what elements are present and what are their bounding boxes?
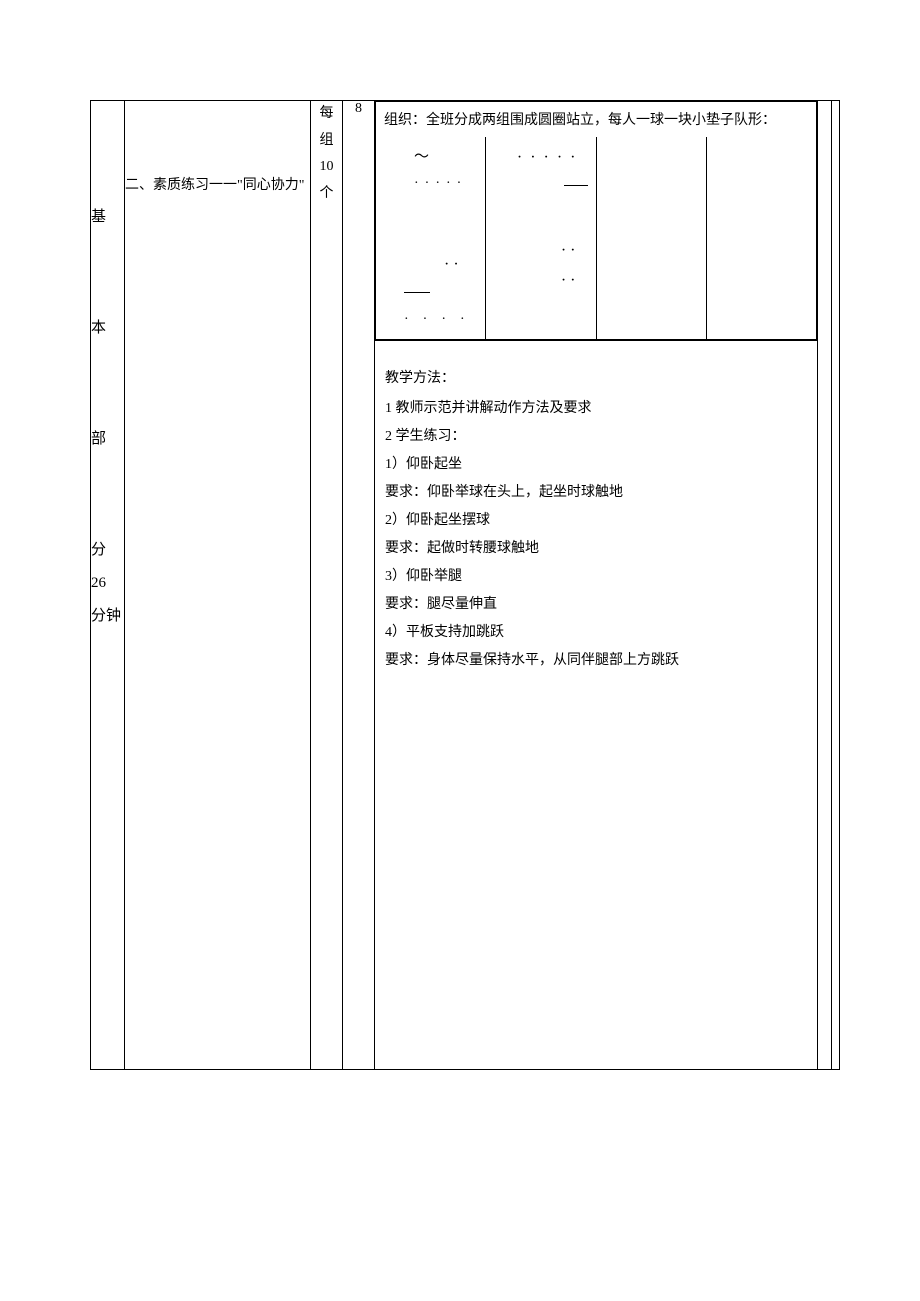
section-label-cell: 基 本 部 分 26 分钟 bbox=[91, 101, 125, 1070]
section-label-part-3: 部 bbox=[91, 423, 124, 456]
dash-mark bbox=[404, 292, 430, 293]
inner-narrow-1 bbox=[596, 137, 706, 340]
pair-dots-left: ·· bbox=[444, 256, 463, 273]
activity-cell: 二、素质练习一一"同心协力" bbox=[125, 101, 311, 1070]
outer-narrow-1 bbox=[818, 101, 832, 1070]
reps-line-2: 组 bbox=[311, 128, 342, 155]
reps-cell: 每 组 10 个 bbox=[311, 101, 343, 1070]
organization-intro: 组织：全班分成两组围成圆圈站立，每人一球一块小垫子队形： bbox=[376, 102, 817, 137]
dots-top-right: ····· bbox=[517, 149, 584, 166]
content-upper-cell: 组织：全班分成两组围成圆圈站立，每人一球一块小垫子队形： ～ ····· ·· bbox=[375, 101, 818, 341]
inner-narrow-2 bbox=[706, 137, 816, 340]
formation-diagram-right: ····· ·· ·· bbox=[486, 137, 596, 340]
pair-dots-right-1: ·· bbox=[561, 242, 580, 259]
inner-table: 组织：全班分成两组围成圆圈站立，每人一球一块小垫子队形： ～ ····· ·· bbox=[375, 101, 817, 340]
methods-req-2: 要求：起做时转腰球触地 bbox=[385, 535, 807, 563]
methods-line-1: 1 教师示范并讲解动作方法及要求 bbox=[385, 395, 807, 423]
methods-heading: 教学方法： bbox=[385, 365, 807, 393]
time-value: 8 bbox=[343, 101, 374, 117]
methods-req-4: 要求：身体尽量保持水平，从同伴腿部上方跳跃 bbox=[385, 647, 807, 675]
activity-title: 二、素质练习一一"同心协力" bbox=[125, 173, 310, 200]
methods-line-2: 2 学生练习： bbox=[385, 423, 807, 451]
outer-narrow-2 bbox=[832, 101, 840, 1070]
reps-line-4: 个 bbox=[311, 181, 342, 208]
time-cell: 8 bbox=[343, 101, 375, 1070]
dots-bottom-left: ···· bbox=[404, 312, 479, 327]
teaching-methods-cell: 教学方法： 1 教师示范并讲解动作方法及要求 2 学生练习： 1）仰卧起坐 要求… bbox=[375, 341, 818, 1070]
tilde-mark: ～ bbox=[414, 149, 429, 165]
methods-req-1: 要求：仰卧举球在头上，起坐时球触地 bbox=[385, 479, 807, 507]
pair-dots-right-2: ·· bbox=[561, 272, 580, 289]
methods-item-4: 4）平板支持加跳跃 bbox=[385, 619, 807, 647]
methods-item-2: 2）仰卧起坐摆球 bbox=[385, 507, 807, 535]
section-label-part-4: 分 26 bbox=[91, 534, 124, 600]
methods-req-3: 要求：腿尽量伸直 bbox=[385, 591, 807, 619]
dots-top-left: ····· bbox=[414, 176, 467, 191]
reps-line-3: 10 bbox=[311, 154, 342, 181]
methods-item-3: 3）仰卧举腿 bbox=[385, 563, 807, 591]
outer-table: 基 本 部 分 26 分钟 二、素质练习一一"同心协力" 每 组 10 个 8 … bbox=[90, 100, 840, 1070]
reps-line-1: 每 bbox=[311, 101, 342, 128]
lesson-plan-page: 基 本 部 分 26 分钟 二、素质练习一一"同心协力" 每 组 10 个 8 … bbox=[0, 0, 920, 1301]
formation-diagram-left: ～ ····· ·· ···· bbox=[376, 137, 486, 340]
methods-item-1: 1）仰卧起坐 bbox=[385, 451, 807, 479]
section-label-part-5: 分钟 bbox=[91, 600, 124, 633]
section-label-part-2: 本 bbox=[91, 312, 124, 345]
short-line bbox=[564, 185, 588, 186]
section-label-part-1: 基 bbox=[91, 201, 124, 234]
